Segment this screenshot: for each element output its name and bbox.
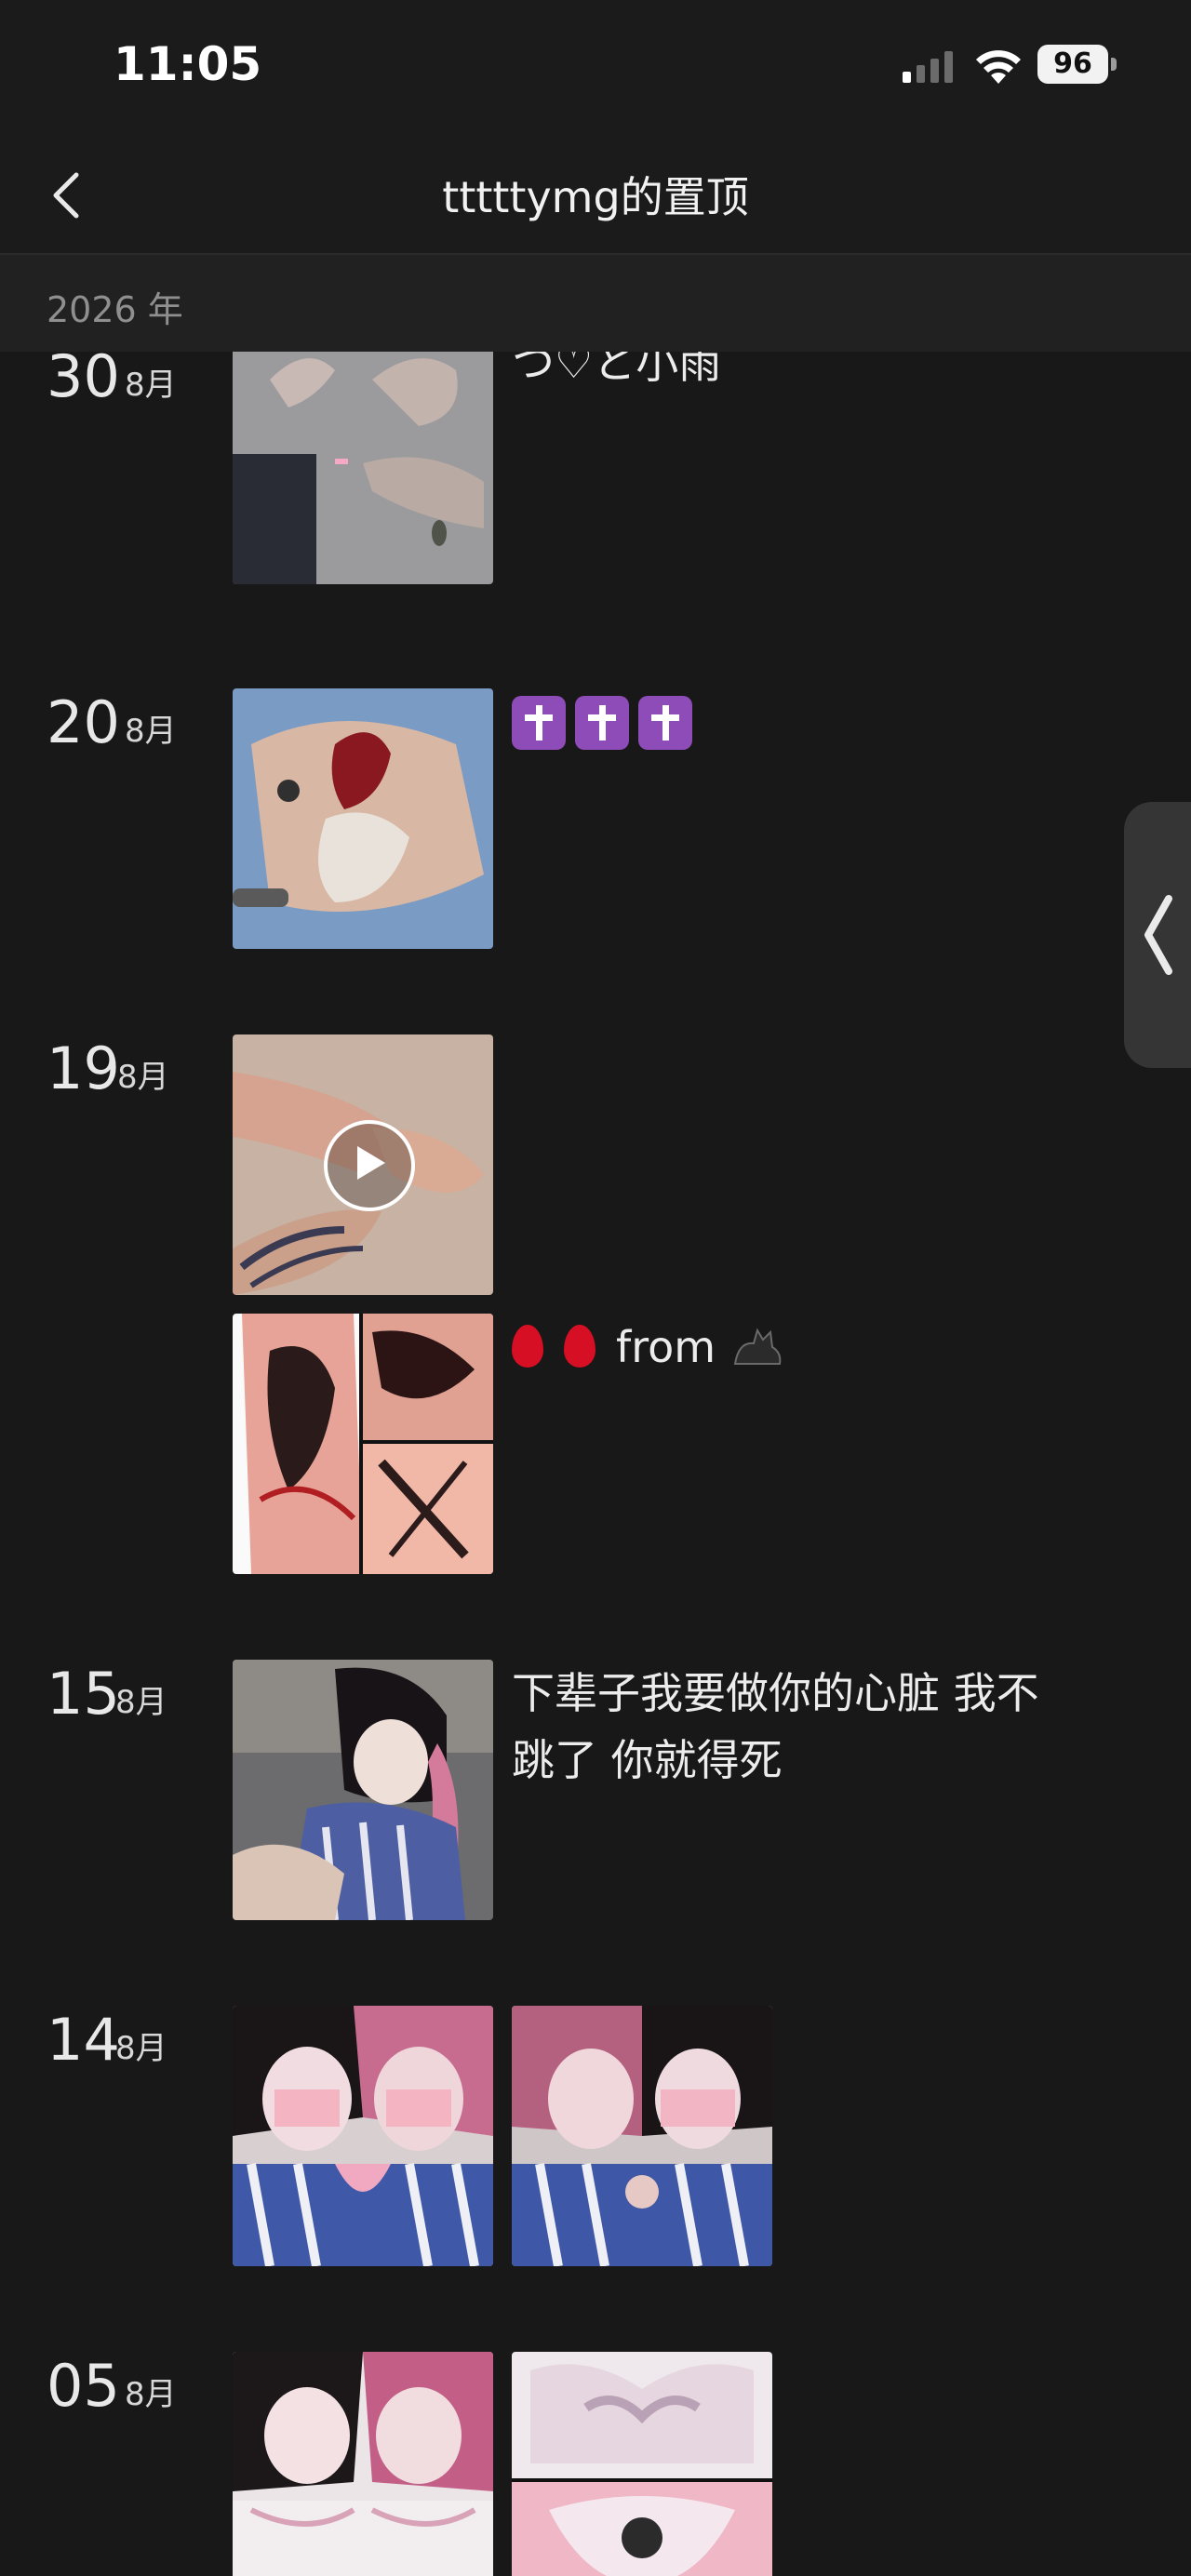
entry-day: 20 bbox=[47, 688, 120, 756]
entry-day: 15 bbox=[47, 1660, 120, 1728]
year-section-header: 2026 年 bbox=[0, 255, 1191, 352]
latin-cross-icon bbox=[512, 696, 566, 750]
post-text-line: 跳了 你就得死 bbox=[512, 1735, 783, 1785]
post-thumbnail[interactable] bbox=[233, 2352, 493, 2576]
entry-day: 05 bbox=[47, 2352, 120, 2420]
side-drawer-handle[interactable] bbox=[1124, 802, 1191, 1068]
entry-month: 8月 bbox=[115, 2030, 167, 2067]
post-text-line: 下辈子我要做你的心脏 我不 bbox=[512, 1668, 1039, 1718]
play-icon[interactable] bbox=[324, 1120, 415, 1211]
battery-level: 96 bbox=[1037, 45, 1108, 84]
blood-drop-icon bbox=[512, 1325, 543, 1368]
post-text: 下辈子我要做你的心脏 我不 跳了 你就得死 bbox=[512, 1660, 1126, 1794]
entry-month: 8月 bbox=[115, 1684, 167, 1721]
entry-day: 30 bbox=[47, 352, 120, 410]
status-bar: 11:05 96 bbox=[0, 0, 1191, 140]
post-thumbnail[interactable] bbox=[233, 1660, 493, 1920]
post-thumbnail[interactable] bbox=[512, 2006, 772, 2266]
post-emoji-text bbox=[512, 688, 1126, 761]
entry-month: 8月 bbox=[125, 2376, 177, 2413]
post-thumbnail[interactable] bbox=[233, 2006, 493, 2266]
post-text: from bbox=[512, 1314, 1126, 1381]
post-thumbnail[interactable] bbox=[512, 2352, 772, 2576]
post-text: つ♡と小雨 bbox=[512, 352, 722, 388]
battery-tip bbox=[1111, 58, 1117, 71]
video-thumbnail[interactable] bbox=[233, 1034, 493, 1295]
wifi-icon bbox=[976, 50, 1021, 84]
blood-drop-icon bbox=[564, 1325, 596, 1368]
chevron-left-icon bbox=[1144, 895, 1172, 975]
entry-month: 8月 bbox=[125, 367, 177, 404]
year-label: 2026 年 bbox=[47, 289, 183, 330]
latin-cross-icon bbox=[638, 696, 692, 750]
pinned-feed: 30 8月 つ♡と小雨 20 8月 19 8月 from 15 8月 下辈子我要… bbox=[0, 352, 1191, 2576]
post-text-from: from bbox=[616, 1322, 716, 1372]
black-cat-icon bbox=[733, 1328, 781, 1365]
post-thumbnail[interactable] bbox=[233, 688, 493, 949]
status-time: 11:05 bbox=[114, 37, 262, 91]
page-title: tttttymg的置顶 bbox=[442, 172, 749, 222]
post-thumbnail[interactable] bbox=[233, 1314, 493, 1574]
entry-month: 8月 bbox=[125, 713, 177, 750]
entry-day: 14 bbox=[47, 2006, 120, 2074]
cellular-signal-icon bbox=[903, 51, 953, 83]
post-thumbnail[interactable] bbox=[233, 352, 493, 584]
entry-day: 19 bbox=[47, 1034, 120, 1102]
navigation-bar: tttttymg的置顶 bbox=[0, 140, 1191, 255]
latin-cross-icon bbox=[575, 696, 629, 750]
entry-month: 8月 bbox=[117, 1059, 169, 1096]
